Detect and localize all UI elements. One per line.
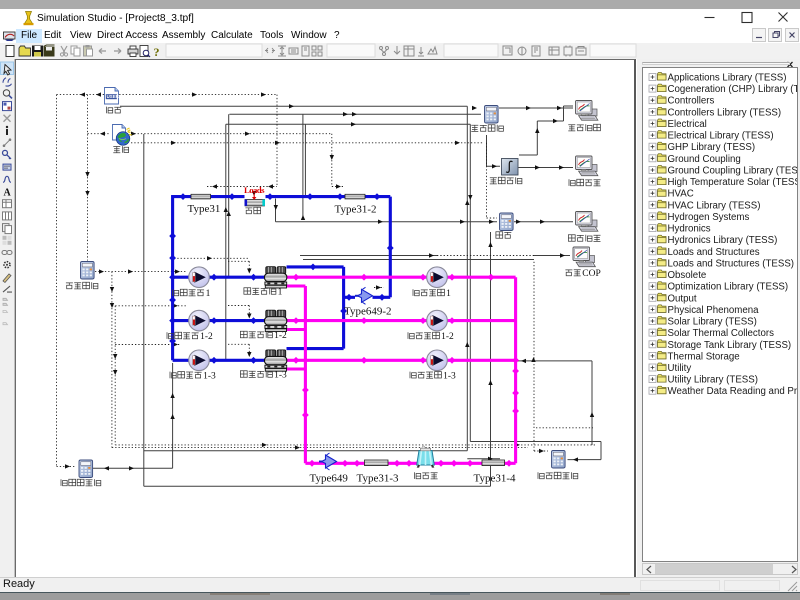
- svg-text:Hydronics: Hydronics: [668, 224, 711, 235]
- svg-text:Thermal Storage: Thermal Storage: [668, 351, 740, 362]
- svg-text:Solar Thermal Collectors: Solar Thermal Collectors: [668, 328, 775, 339]
- svg-text:Applications Library (TESS): Applications Library (TESS): [668, 73, 787, 84]
- svg-text:Storage Tank Library (TESS): Storage Tank Library (TESS): [668, 340, 792, 351]
- svg-text:Type31-2: Type31-2: [335, 204, 377, 216]
- svg-text:Loads and Structures: Loads and Structures: [668, 247, 760, 258]
- svg-text:Obsolete: Obsolete: [668, 270, 707, 281]
- svg-text:?: ?: [154, 45, 160, 59]
- svg-text:Type649-2: Type649-2: [344, 306, 392, 318]
- svg-text:HVAC: HVAC: [668, 189, 694, 200]
- svg-text:1-2: 1-2: [200, 332, 213, 342]
- svg-text:Physical Phenomena: Physical Phenomena: [668, 305, 760, 316]
- svg-text:Type31-3: Type31-3: [357, 473, 399, 485]
- svg-text:Type649: Type649: [310, 473, 349, 485]
- svg-text:1-3: 1-3: [203, 371, 216, 381]
- svg-text:High Temperature Solar (TESS): High Temperature Solar (TESS): [668, 177, 798, 188]
- svg-text:Electrical: Electrical: [668, 119, 707, 130]
- svg-text:1-2: 1-2: [274, 331, 287, 341]
- svg-text:Controllers Library (TESS): Controllers Library (TESS): [668, 107, 782, 118]
- svg-text:Utility: Utility: [668, 363, 692, 374]
- svg-text:GHP Library (TESS): GHP Library (TESS): [668, 142, 756, 153]
- svg-text:Loads and Structures (TESS): Loads and Structures (TESS): [668, 258, 795, 269]
- svg-text:Type31-4: Type31-4: [474, 473, 516, 485]
- svg-text:Controllers: Controllers: [668, 96, 715, 107]
- svg-text:1-3: 1-3: [443, 371, 456, 381]
- svg-text:1-3: 1-3: [274, 371, 287, 381]
- svg-text:1-2: 1-2: [441, 332, 454, 342]
- svg-text:Ground Coupling: Ground Coupling: [668, 154, 741, 165]
- svg-text:Weather Data Reading and Proce: Weather Data Reading and Process: [668, 386, 798, 397]
- svg-text:Optimization Library (TESS): Optimization Library (TESS): [668, 282, 789, 293]
- svg-text:Type31: Type31: [188, 203, 221, 215]
- svg-text:1: 1: [278, 288, 283, 298]
- svg-text:A: A: [4, 188, 12, 199]
- svg-text:Ground Coupling Library (TESS): Ground Coupling Library (TESS): [668, 166, 798, 177]
- svg-text:1: 1: [446, 289, 451, 299]
- svg-text:Utility Library (TESS): Utility Library (TESS): [668, 375, 758, 386]
- svg-text:Hydronics Library (TESS): Hydronics Library (TESS): [668, 235, 778, 246]
- svg-text:Solar Library (TESS): Solar Library (TESS): [668, 317, 757, 328]
- svg-text:Hydrogen Systems: Hydrogen Systems: [668, 212, 750, 223]
- svg-text:1: 1: [206, 289, 211, 299]
- svg-text:Electrical Library (TESS): Electrical Library (TESS): [668, 131, 774, 142]
- svg-text:Cogeneration (CHP) Library (TE: Cogeneration (CHP) Library (TESS): [668, 84, 798, 95]
- svg-text:COP: COP: [582, 269, 600, 279]
- svg-text:Output: Output: [668, 293, 697, 304]
- svg-text:HVAC Library (TESS): HVAC Library (TESS): [668, 200, 761, 211]
